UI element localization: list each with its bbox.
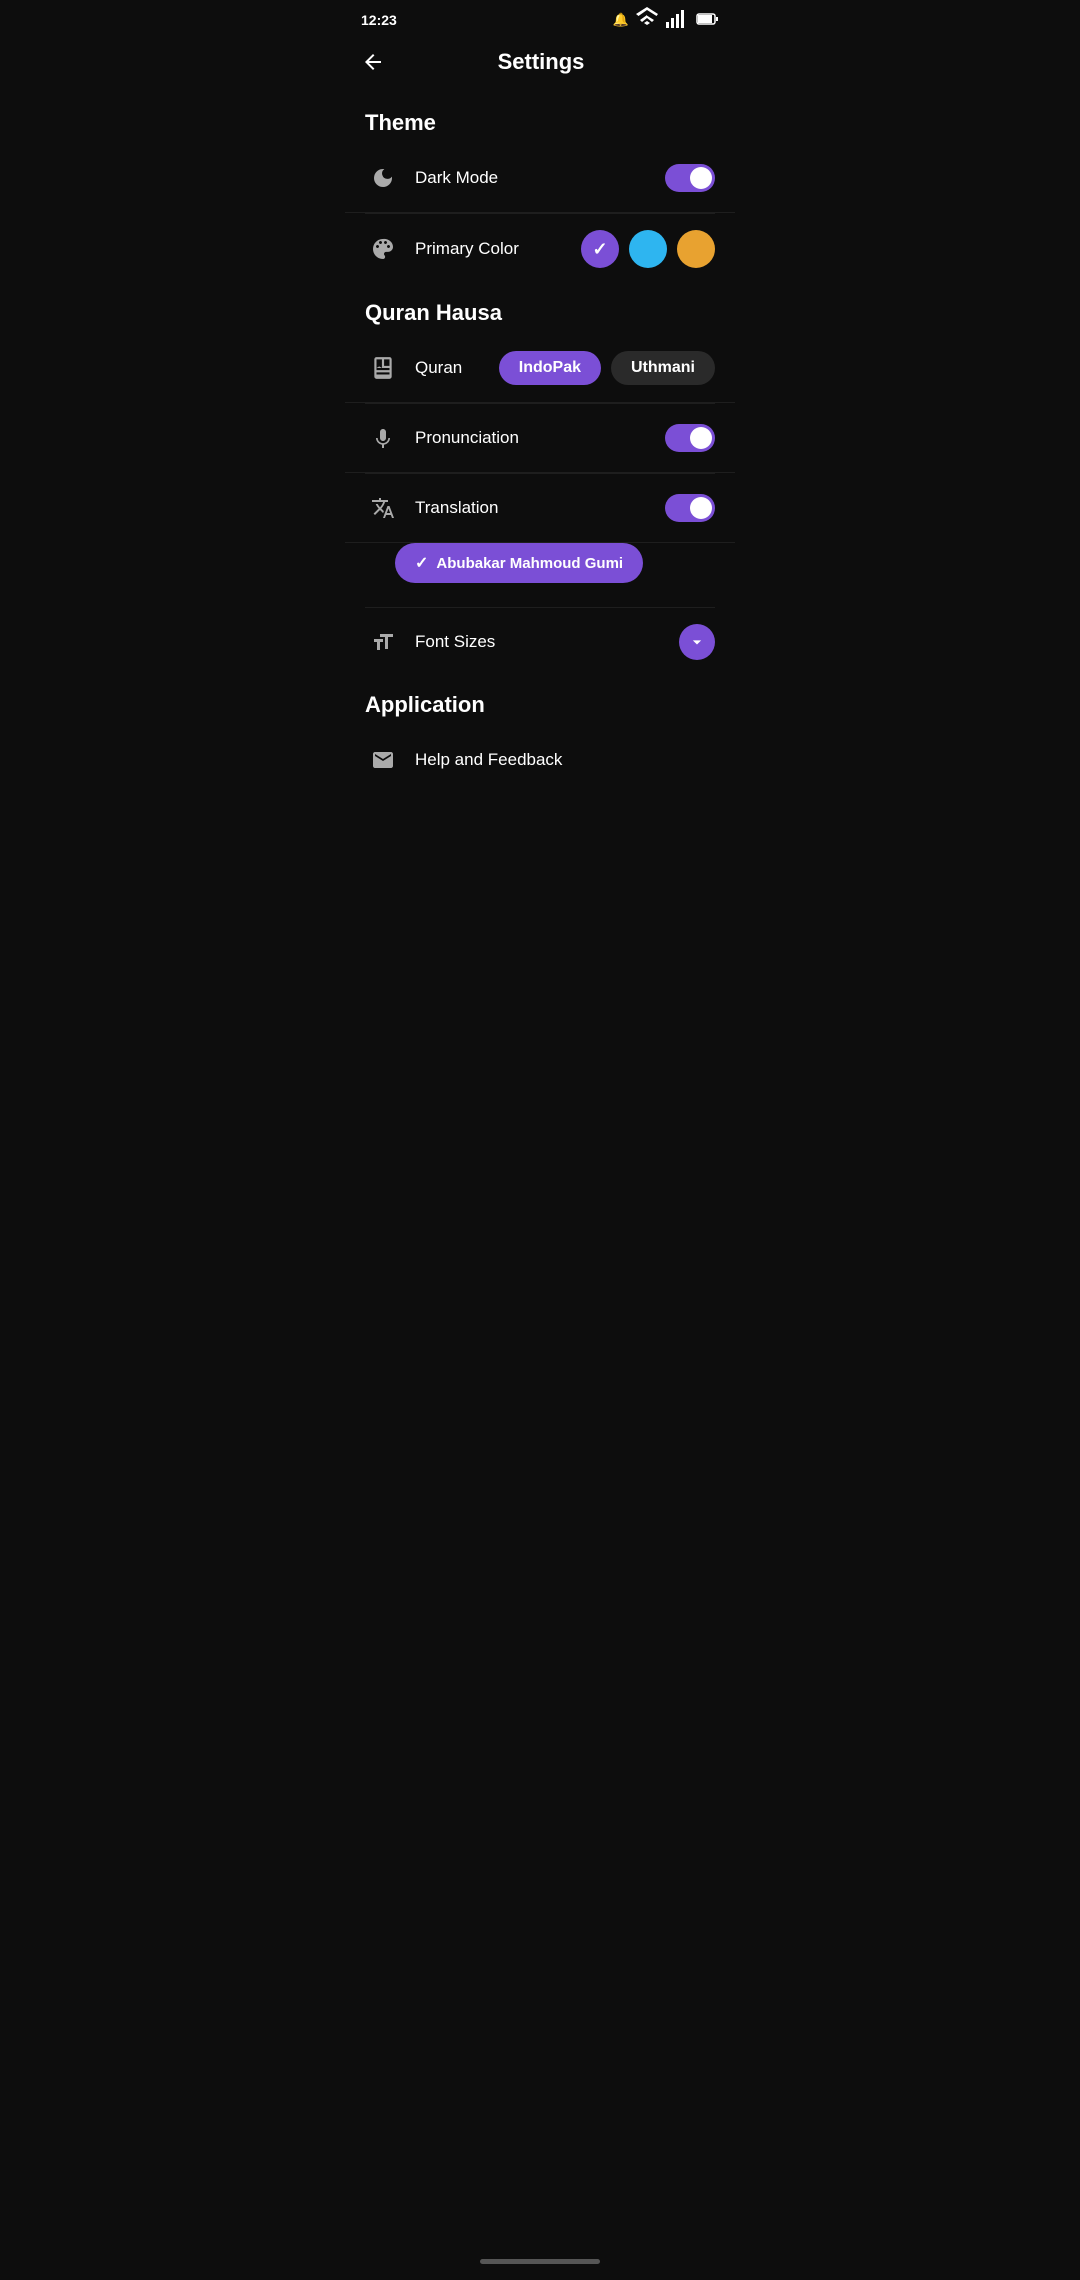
translation-section: Translation ✓ Abubakar Mahmoud Gumi — [345, 474, 735, 607]
battery-icon — [695, 7, 719, 34]
uthmani-button[interactable]: Uthmani — [611, 351, 715, 385]
status-time: 12:23 — [361, 12, 397, 28]
color-orange[interactable] — [677, 230, 715, 268]
primary-color-label: Primary Color — [415, 239, 581, 259]
primary-color-icon — [365, 231, 401, 267]
translation-selector-button[interactable]: ✓ Abubakar Mahmoud Gumi — [395, 543, 643, 583]
font-sizes-icon — [365, 624, 401, 660]
dark-mode-icon — [365, 160, 401, 196]
help-feedback-label: Help and Feedback — [415, 750, 715, 770]
theme-section-label: Theme — [345, 94, 735, 144]
bottom-bar — [345, 2251, 735, 2280]
page-title: Settings — [393, 49, 689, 75]
quran-icon — [365, 350, 401, 386]
indopak-button[interactable]: IndoPak — [499, 351, 601, 385]
translation-toggle[interactable] — [665, 494, 715, 522]
purple-check: ✓ — [592, 239, 607, 260]
color-purple[interactable]: ✓ — [581, 230, 619, 268]
status-bar: 12:23 🔔 — [345, 0, 735, 36]
status-icons: 🔔 — [613, 7, 719, 34]
dark-mode-row[interactable]: Dark Mode — [345, 144, 735, 213]
font-sizes-label: Font Sizes — [415, 632, 679, 652]
wifi-icon — [635, 7, 659, 34]
font-sizes-row[interactable]: Font Sizes — [345, 608, 735, 676]
pronunciation-row[interactable]: Pronunciation — [345, 404, 735, 473]
translation-selector-area: ✓ Abubakar Mahmoud Gumi — [345, 543, 735, 607]
translation-check-icon: ✓ — [415, 553, 428, 573]
pronunciation-icon — [365, 420, 401, 456]
pronunciation-toggle[interactable] — [665, 424, 715, 452]
color-options: ✓ — [581, 230, 715, 268]
translator-name: Abubakar Mahmoud Gumi — [436, 555, 623, 572]
translation-icon — [365, 490, 401, 526]
theme-section: Theme Dark Mode Primary Color — [345, 94, 735, 284]
translation-row[interactable]: Translation — [345, 474, 735, 543]
settings-content: Theme Dark Mode Primary Color — [345, 94, 735, 834]
translation-label: Translation — [415, 498, 665, 518]
quran-label: Quran — [415, 358, 499, 378]
dark-mode-toggle[interactable] — [665, 164, 715, 192]
dark-mode-label: Dark Mode — [415, 168, 665, 188]
top-bar: Settings — [345, 36, 735, 94]
quran-hausa-section: Quran Hausa Quran IndoPak Uthmani Pronu — [345, 284, 735, 676]
help-and-feedback-row[interactable]: Help and Feedback — [345, 726, 735, 794]
font-sizes-dropdown-button[interactable] — [679, 624, 715, 660]
quran-row[interactable]: Quran IndoPak Uthmani — [345, 334, 735, 403]
color-blue[interactable] — [629, 230, 667, 268]
notification-icon: 🔔 — [613, 12, 629, 28]
back-button[interactable] — [361, 46, 393, 78]
application-section-label: Application — [345, 676, 735, 726]
signal-icon — [665, 7, 689, 34]
primary-color-row[interactable]: Primary Color ✓ — [345, 214, 735, 284]
quran-style-buttons: IndoPak Uthmani — [499, 351, 715, 385]
pronunciation-label: Pronunciation — [415, 428, 665, 448]
help-feedback-icon — [365, 742, 401, 778]
application-section: Application Help and Feedback — [345, 676, 735, 794]
home-indicator — [480, 2259, 600, 2264]
quran-hausa-section-label: Quran Hausa — [345, 284, 735, 334]
